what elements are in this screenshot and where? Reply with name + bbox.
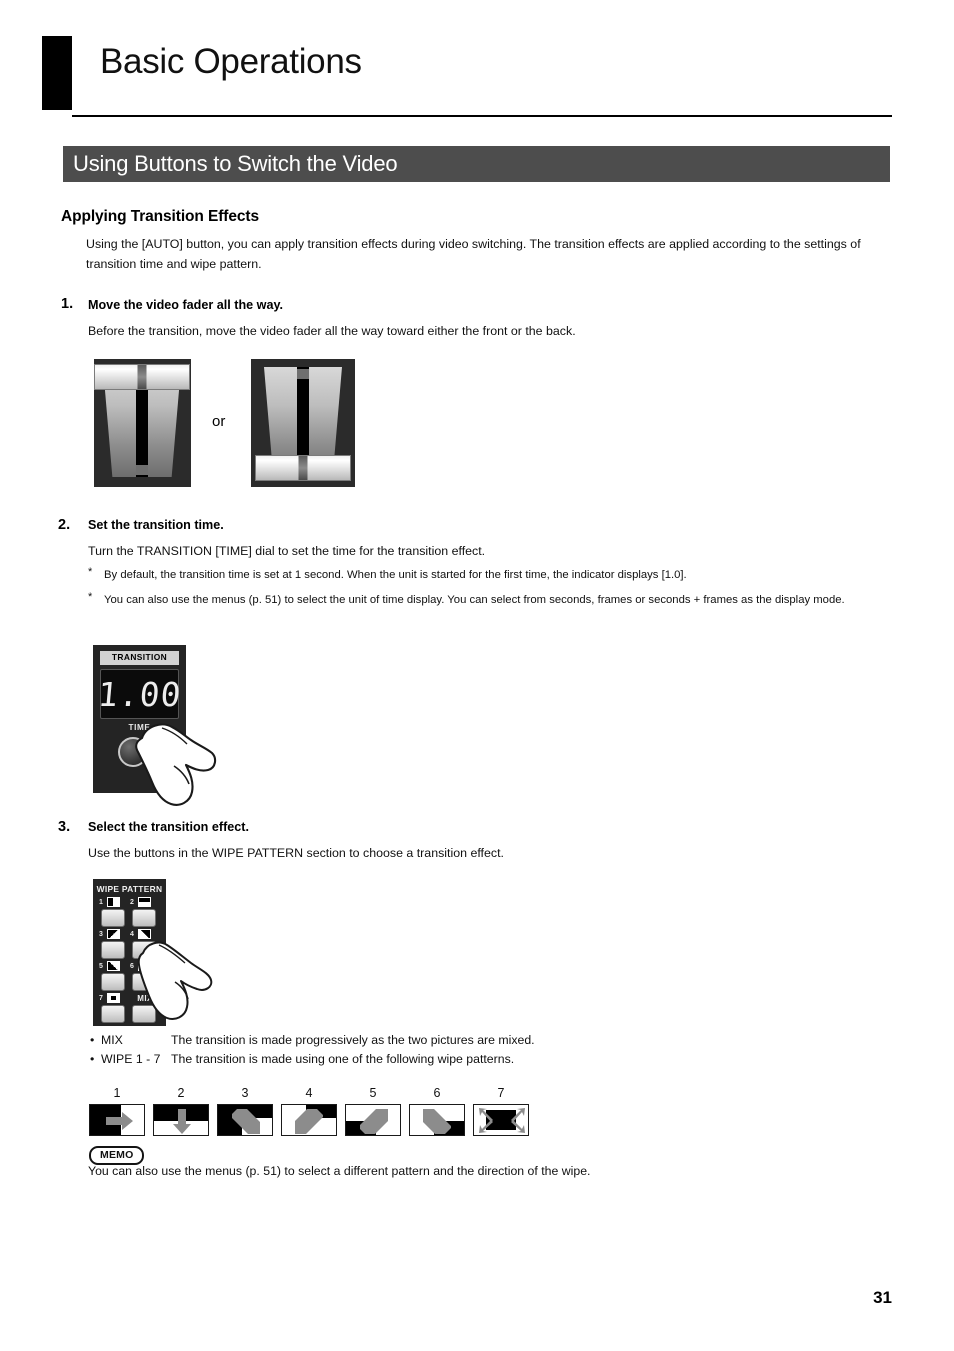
wipe-diagram-3-number: 3 bbox=[241, 1086, 249, 1100]
wipe-diagram-5 bbox=[345, 1104, 401, 1136]
effect-desc-wipe-name: WIPE 1 - 7 bbox=[101, 1052, 161, 1066]
fader-slot-end-tick bbox=[136, 465, 148, 475]
section-header-bar: Using Buttons to Switch the Video bbox=[63, 146, 890, 182]
time-dial[interactable] bbox=[118, 737, 148, 767]
wipe-diagram-2 bbox=[153, 1104, 209, 1136]
effect-desc-mix-bullet: • bbox=[90, 1033, 95, 1047]
fader-or-label: or bbox=[212, 413, 226, 430]
wipe-diagram-4 bbox=[281, 1104, 337, 1136]
wipe-button-6-number: 6 bbox=[130, 963, 134, 970]
chapter-header: Basic Operations bbox=[42, 36, 892, 117]
wipe-button-3-key[interactable] bbox=[101, 941, 125, 959]
wipe-diagram-2-fill bbox=[154, 1105, 208, 1121]
wipe-pattern-panel-image: WIPE PATTERN 1 2 3 4 5 6 7 MIX bbox=[93, 879, 166, 1026]
memo-badge: MEMO bbox=[89, 1146, 145, 1165]
effect-desc-mix-name: MIX bbox=[101, 1033, 123, 1047]
wipe-pattern-5-icon bbox=[107, 961, 120, 971]
wipe-diagram-6-number: 6 bbox=[433, 1086, 441, 1100]
wipe-button-7-key[interactable] bbox=[101, 1005, 125, 1023]
chapter-tab-marker bbox=[42, 36, 72, 110]
wipe-button-1-number: 1 bbox=[99, 899, 103, 906]
step-3-title: Select the transition effect. bbox=[88, 820, 249, 834]
wipe-pattern-6-icon bbox=[138, 961, 151, 971]
transition-panel-label: TRANSITION bbox=[100, 651, 179, 665]
wipe-diagram-2-number: 2 bbox=[177, 1086, 185, 1100]
wipe-button-4-key[interactable] bbox=[132, 941, 156, 959]
step-2-title: Set the transition time. bbox=[88, 518, 224, 532]
transition-time-value: 1.00 bbox=[96, 674, 183, 714]
wipe-pattern-1-icon bbox=[107, 897, 120, 907]
wipe-pattern-3-icon bbox=[107, 929, 120, 939]
wipe-diagram-1-number: 1 bbox=[113, 1086, 121, 1100]
step-1-title: Move the video fader all the way. bbox=[88, 298, 284, 312]
wipe-button-2-number: 2 bbox=[130, 899, 134, 906]
step-2-note-2-text: You can also use the menus (p. 51) to se… bbox=[104, 594, 845, 606]
document-page: Basic Operations Using Buttons to Switch… bbox=[0, 0, 954, 1351]
wipe-button-4-number: 4 bbox=[130, 931, 134, 938]
wipe-diagram-3 bbox=[217, 1104, 273, 1136]
wipe-diagram-3-fill-left bbox=[218, 1118, 242, 1135]
wipe-diagram-7-number: 7 bbox=[497, 1086, 505, 1100]
wipe-diagram-5-number: 5 bbox=[369, 1086, 377, 1100]
wipe-button-7-number: 7 bbox=[99, 995, 103, 1002]
wipe-button-mix-key[interactable] bbox=[132, 1005, 156, 1023]
page-number: 31 bbox=[873, 1288, 892, 1307]
video-fader-image-forward bbox=[94, 359, 191, 487]
fader-slot-end-tick bbox=[297, 369, 309, 379]
step-3-number: 3. bbox=[58, 819, 71, 835]
wipe-diagram-1-fill bbox=[90, 1105, 122, 1135]
wipe-button-mix-label: MIX bbox=[137, 994, 153, 1003]
chapter-title: Basic Operations bbox=[100, 42, 362, 81]
fader-knob bbox=[255, 455, 351, 481]
wipe-button-6-key[interactable] bbox=[132, 973, 156, 991]
step-3-body: Use the buttons in the WIPE PATTERN sect… bbox=[88, 846, 504, 860]
fader-knob bbox=[94, 364, 190, 390]
wipe-diagram-1 bbox=[89, 1104, 145, 1136]
wipe-diagram-7-fill bbox=[485, 1110, 517, 1130]
wipe-button-5-number: 5 bbox=[99, 963, 103, 970]
time-dial-label: TIME bbox=[128, 723, 151, 732]
step-2-note-1-text: By default, the transition time is set a… bbox=[104, 569, 687, 581]
wipe-button-2-key[interactable] bbox=[132, 909, 156, 927]
wipe-button-3-number: 3 bbox=[99, 931, 103, 938]
step-2-note-2-marker: * bbox=[88, 591, 93, 603]
transition-panel-image: TRANSITION 1.00 TIME bbox=[93, 645, 186, 793]
subsection-intro-text: Using the [AUTO] button, you can apply t… bbox=[86, 237, 861, 271]
wipe-pattern-7-icon bbox=[107, 993, 120, 1003]
chapter-divider bbox=[72, 115, 892, 117]
wipe-button-5-key[interactable] bbox=[101, 973, 125, 991]
effect-desc-mix-text: The transition is made progressively as … bbox=[171, 1033, 535, 1047]
wipe-pattern-2-icon bbox=[138, 897, 151, 907]
wipe-diagram-6-fill bbox=[433, 1120, 464, 1135]
wipe-diagram-7 bbox=[473, 1104, 529, 1136]
video-fader-image-back bbox=[251, 359, 355, 487]
wipe-diagram-6 bbox=[409, 1104, 465, 1136]
effect-desc-wipe-text: The transition is made using one of the … bbox=[171, 1052, 515, 1066]
wipe-diagram-3-fill-top bbox=[218, 1105, 272, 1119]
step-2-number: 2. bbox=[58, 517, 71, 533]
step-1-number: 1. bbox=[61, 296, 74, 312]
step-2-body: Turn the TRANSITION [TIME] dial to set t… bbox=[88, 544, 486, 558]
transition-time-display: 1.00 bbox=[96, 669, 183, 719]
wipe-pattern-4-icon bbox=[138, 929, 151, 939]
wipe-diagram-4-number: 4 bbox=[305, 1086, 313, 1100]
wipe-diagram-5-fill bbox=[346, 1120, 377, 1135]
step-1-body: Before the transition, move the video fa… bbox=[88, 324, 576, 338]
step-2-note-1-marker: * bbox=[88, 566, 93, 578]
subsection-heading: Applying Transition Effects bbox=[61, 208, 259, 225]
memo-text: You can also use the menus (p. 51) to se… bbox=[88, 1164, 591, 1178]
section-title: Using Buttons to Switch the Video bbox=[73, 151, 398, 176]
wipe-pattern-panel-title: WIPE PATTERN bbox=[96, 884, 163, 894]
effect-desc-wipe-bullet: • bbox=[90, 1052, 95, 1066]
wipe-diagram-4-fill bbox=[305, 1105, 336, 1119]
wipe-button-1-key[interactable] bbox=[101, 909, 125, 927]
